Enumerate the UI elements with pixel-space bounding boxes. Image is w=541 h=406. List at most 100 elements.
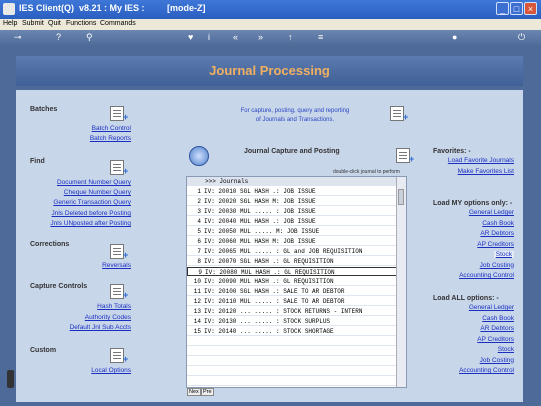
journal-row-number: 7 <box>197 248 201 255</box>
back-icon[interactable]: « <box>233 32 238 42</box>
my-options-title: Load MY options only: - <box>433 200 513 207</box>
generic-transaction-query-link[interactable]: Generic Transaction Query <box>53 199 131 206</box>
all-ar-debtors-link[interactable]: AR Debtors <box>480 325 514 332</box>
journal-row-number: 1 <box>197 188 201 195</box>
key-icon[interactable]: ⊸ <box>14 32 22 43</box>
journal-row[interactable]: 8 IV: 20070 SGL HASH .: GL REQUISITION <box>187 257 398 266</box>
help-icon[interactable]: ? <box>56 32 61 42</box>
app-icon <box>3 3 15 15</box>
journal-row-number: 10 <box>193 278 201 285</box>
up-icon[interactable]: ↑ <box>288 32 293 42</box>
document-icon: + <box>110 244 130 260</box>
menu-help[interactable]: Help <box>3 20 17 27</box>
all-cash-book-link[interactable]: Cash Book <box>482 315 514 322</box>
journal-row[interactable]: 11 IV: 20100 SGL HASH .: SALE TO AR DEBTO… <box>187 287 398 296</box>
my-ap-creditors-link[interactable]: AP Creditors <box>477 241 514 248</box>
journal-row-text: IV: 20070 SGL HASH .: GL REQUISITION <box>204 258 334 265</box>
journal-row-text: IV: 20020 SGL HASH M: JOB ISSUE <box>204 198 316 205</box>
batch-control-link[interactable]: Batch Control <box>92 125 131 132</box>
journal-row[interactable]: 4 IV: 20040 MUL HASH .: JOB ISSUE <box>187 217 398 226</box>
jnls-unposted-link[interactable]: Jnls UNposted after Posting <box>50 220 131 227</box>
document-number-query-link[interactable]: Document Number Query <box>57 179 131 186</box>
menu-functions[interactable]: Functions <box>66 20 96 27</box>
corrections-title: Corrections <box>30 241 70 248</box>
all-general-ledger-link[interactable]: General Ledger <box>469 304 514 311</box>
journal-row[interactable]: 9 IV: 20080 MUL HASH .: GL REQUISITION <box>187 267 398 276</box>
maximize-button[interactable]: □ <box>510 2 523 15</box>
journal-row[interactable]: 14 IV: 20130 ... ..... : STOCK SURPLUS <box>187 317 398 326</box>
next-circle-icon[interactable]: ● <box>452 32 457 42</box>
journal-row[interactable]: 6 IV: 20060 MUL HASH M: JOB ISSUE <box>187 237 398 246</box>
minimize-button[interactable]: _ <box>496 2 509 15</box>
journal-row-number: 15 <box>193 328 201 335</box>
previous-tab[interactable]: Pre <box>201 388 214 396</box>
journal-row-number: 8 <box>197 258 201 265</box>
journal-list-header: >>> Journals <box>187 177 398 186</box>
all-ap-creditors-link[interactable]: AP Creditors <box>477 336 514 343</box>
menu-submit[interactable]: Submit <box>22 20 44 27</box>
bottom-bar <box>0 402 541 406</box>
cheque-number-query-link[interactable]: Cheque Number Query <box>64 189 131 196</box>
authority-codes-link[interactable]: Authority Codes <box>85 314 131 321</box>
jnls-deleted-link[interactable]: Jnls Deleted before Posting <box>52 210 132 217</box>
hash-totals-link[interactable]: Hash Totals <box>97 303 131 310</box>
my-general-ledger-link[interactable]: General Ledger <box>469 209 514 216</box>
journal-row[interactable]: 7 IV: 20065 MUL ..... : GL and JOB REQUIS… <box>187 247 398 256</box>
empty-row <box>187 347 398 356</box>
default-jnl-sub-accts-link[interactable]: Default Jnl Sub Accts <box>70 324 131 331</box>
journal-row[interactable]: 1 IV: 20010 SGL HASH .: JOB ISSUE <box>187 187 398 196</box>
all-job-costing-link[interactable]: Job Costing <box>480 357 514 364</box>
find-title: Find <box>30 158 45 165</box>
my-cash-book-link[interactable]: Cash Book <box>482 220 514 227</box>
local-options-link[interactable]: Local Options <box>91 367 131 374</box>
journal-row[interactable]: 13 IV: 20120 ... ..... : STOCK RETURNS - … <box>187 307 398 316</box>
journal-list[interactable]: >>> Journals 1 IV: 20010 SGL HASH .: JOB … <box>186 176 407 388</box>
exit-icon[interactable]: ⏻ <box>518 32 525 43</box>
vertical-scrollbar[interactable] <box>396 177 406 387</box>
document-icon: + <box>110 160 130 176</box>
info-line-2: of Journals and Transactions. <box>255 117 335 123</box>
close-button[interactable]: × <box>524 2 537 15</box>
search-icon[interactable]: ⚲ <box>86 32 93 43</box>
my-accounting-control-link[interactable]: Accounting Control <box>459 272 514 279</box>
load-favorite-journals-link[interactable]: Load Favorite Journals <box>448 157 514 164</box>
scroll-thumb[interactable] <box>398 189 404 205</box>
journal-row-text: IV: 20040 MUL HASH .: JOB ISSUE <box>204 218 316 225</box>
my-ar-debtors-link[interactable]: AR Debtors <box>480 230 514 237</box>
empty-row <box>187 377 398 386</box>
journal-row[interactable]: 10 IV: 20090 MUL HASH .: GL REQUISITION <box>187 277 398 286</box>
journal-row-number: 3 <box>197 208 201 215</box>
menu-commands[interactable]: Commands <box>100 20 136 27</box>
make-favorites-list-link[interactable]: Make Favorites List <box>458 168 514 175</box>
journal-row-text: IV: 20010 SGL HASH .: JOB ISSUE <box>204 188 316 195</box>
favorite-icon[interactable]: ♥ <box>188 32 193 42</box>
journal-row-text: IV: 20065 MUL ..... : GL and JOB REQUISI… <box>204 248 363 255</box>
journal-row-text: IV: 20050 MUL ..... M: JOB ISSUE <box>204 228 320 235</box>
journal-row[interactable]: 12 IV: 20110 MUL ..... : SALE TO AR DEBTO… <box>187 297 398 306</box>
next-tab[interactable]: Nex <box>187 388 201 396</box>
journal-row-text: IV: 20030 MUL ..... : JOB ISSUE <box>204 208 316 215</box>
journal-row[interactable]: 5 IV: 20050 MUL ..... M: JOB ISSUE <box>187 227 398 236</box>
empty-row <box>187 337 398 346</box>
document-icon: + <box>110 284 130 300</box>
title-bar: IES Client(Q) v8.21 : My IES : [mode-Z] … <box>0 0 541 19</box>
capture-circle-icon[interactable] <box>189 146 209 166</box>
journal-row[interactable]: 2 IV: 20020 SGL HASH M: JOB ISSUE <box>187 197 398 206</box>
journal-row-text: IV: 20090 MUL HASH .: GL REQUISITION <box>204 278 334 285</box>
journal-row[interactable]: 3 IV: 20030 MUL ..... : JOB ISSUE <box>187 207 398 216</box>
journal-row-number: 9 <box>198 269 202 276</box>
side-handle[interactable] <box>7 370 14 388</box>
menu-quit[interactable]: Quit <box>48 20 61 27</box>
reversals-link[interactable]: Reversals <box>102 262 131 269</box>
info-line-1: For capture, posting, query and reportin… <box>240 108 350 114</box>
my-job-costing-link[interactable]: Job Costing <box>480 262 514 269</box>
all-accounting-control-link[interactable]: Accounting Control <box>459 367 514 374</box>
my-stock-link[interactable]: Stock <box>493 251 514 258</box>
batch-reports-link[interactable]: Batch Reports <box>90 135 131 142</box>
capture-controls-title: Capture Controls <box>30 283 88 290</box>
forward-icon[interactable]: » <box>258 32 263 42</box>
list-icon[interactable]: ≡ <box>318 32 323 42</box>
info-icon[interactable]: i <box>208 32 210 42</box>
all-stock-link[interactable]: Stock <box>498 346 514 353</box>
journal-row[interactable]: 15 IV: 20140 ... ..... : STOCK SHORTAGE <box>187 327 398 336</box>
